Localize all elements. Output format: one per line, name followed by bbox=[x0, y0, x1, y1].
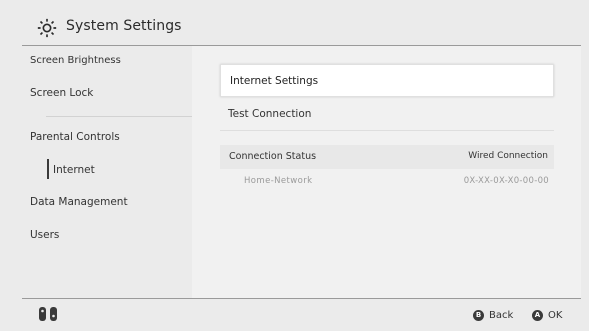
connection-status-row: Connection Status Wired Connection bbox=[220, 145, 554, 169]
sidebar-divider bbox=[46, 116, 202, 117]
network-name: Home-Network bbox=[244, 176, 313, 186]
sidebar-item-screen-brightness[interactable]: Screen Brightness bbox=[30, 55, 121, 66]
sidebar-item-parental-controls[interactable]: Parental Controls bbox=[30, 131, 120, 143]
content-divider bbox=[220, 130, 554, 131]
page-title: System Settings bbox=[66, 18, 182, 34]
sidebar-item-screen-lock[interactable]: Screen Lock bbox=[30, 87, 93, 99]
sidebar-item-data-management[interactable]: Data Management bbox=[30, 196, 128, 208]
header: System Settings bbox=[0, 0, 589, 46]
footer-divider bbox=[22, 298, 581, 299]
sidebar-item-internet[interactable]: Internet bbox=[53, 164, 95, 176]
internet-settings-option[interactable]: Internet Settings bbox=[220, 64, 554, 97]
b-button-icon: B bbox=[473, 310, 484, 321]
connection-status-label: Connection Status bbox=[229, 151, 317, 162]
sidebar-item-users[interactable]: Users bbox=[30, 229, 59, 241]
option-label: Test Connection bbox=[228, 108, 312, 120]
back-hint[interactable]: B Back bbox=[473, 310, 513, 321]
joycon-icon bbox=[39, 307, 57, 321]
ok-hint[interactable]: A OK bbox=[532, 310, 562, 321]
option-label: Internet Settings bbox=[230, 75, 319, 87]
sidebar-selection-indicator bbox=[47, 159, 49, 179]
a-button-icon: A bbox=[532, 310, 543, 321]
back-label: Back bbox=[489, 310, 514, 321]
ok-label: OK bbox=[548, 310, 563, 321]
system-settings-screen: System Settings Screen Brightness Screen… bbox=[0, 0, 589, 331]
connection-status-value: Wired Connection bbox=[468, 151, 548, 161]
gear-icon bbox=[37, 18, 57, 38]
network-id: 0X-XX-0X-X0-00-00 bbox=[463, 176, 549, 186]
